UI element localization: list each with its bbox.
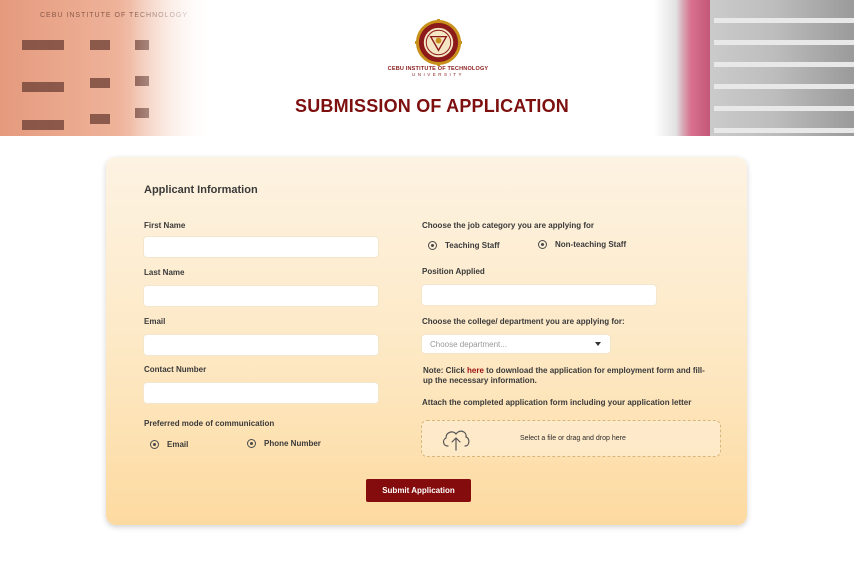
position-applied-input[interactable]	[422, 285, 656, 306]
radio-icon[interactable]	[428, 241, 437, 250]
contact-number-input[interactable]	[144, 383, 378, 404]
campus-building-photo-right	[654, 0, 854, 136]
section-title: Applicant Information	[144, 184, 258, 196]
submit-application-button[interactable]: Submit Application	[366, 479, 471, 502]
radio-email-label: Email	[167, 440, 189, 449]
radio-teaching-staff[interactable]: Teaching Staff	[428, 241, 500, 250]
department-label: Choose the college/ department you are a…	[422, 317, 625, 326]
building-sign: CEBU INSTITUTE OF TECHNOLOGY	[40, 12, 189, 19]
campus-building-photo-left: CEBU INSTITUTE OF TECHNOLOGY	[0, 0, 215, 136]
last-name-field[interactable]	[143, 285, 379, 307]
job-category-label: Choose the job category you are applying…	[422, 221, 595, 230]
university-seal-icon	[415, 19, 462, 66]
contact-number-field[interactable]	[143, 382, 379, 404]
radio-email[interactable]: Email	[150, 440, 188, 449]
logo-subtitle: UNIVERSITY	[411, 72, 464, 77]
email-input[interactable]	[144, 335, 378, 356]
department-select-value: Choose department...	[430, 339, 507, 349]
download-form-link[interactable]: here	[467, 366, 484, 375]
first-name-input[interactable]	[144, 237, 378, 258]
radio-phone-number[interactable]: Phone Number	[247, 439, 321, 448]
first-name-field[interactable]	[143, 236, 379, 258]
contact-number-label: Contact Number	[144, 365, 207, 374]
radio-icon[interactable]	[538, 240, 547, 249]
radio-teaching-staff-label: Teaching Staff	[445, 241, 500, 250]
radio-icon[interactable]	[247, 439, 256, 448]
last-name-label: Last Name	[144, 268, 185, 277]
email-label: Email	[144, 317, 166, 326]
attach-label: Attach the completed application form in…	[422, 398, 692, 407]
file-dropzone[interactable]: Select a file or drag and drop here	[421, 420, 721, 457]
radio-icon[interactable]	[150, 440, 159, 449]
last-name-input[interactable]	[144, 286, 378, 307]
email-field[interactable]	[143, 334, 379, 356]
page-title: SUBMISSION OF APPLICATION	[294, 96, 569, 116]
download-note: Note: Click here to download the applica…	[423, 366, 713, 386]
department-select[interactable]: Choose department...	[421, 334, 611, 354]
position-applied-field[interactable]	[421, 284, 657, 306]
chevron-down-icon[interactable]	[595, 342, 601, 346]
note-prefix: Note: Click	[423, 366, 468, 375]
dropzone-text: Select a file or drag and drop here	[520, 435, 626, 442]
radio-phone-number-label: Phone Number	[264, 439, 321, 448]
radio-non-teaching-staff[interactable]: Non-teaching Staff	[538, 240, 626, 249]
position-applied-label: Position Applied	[422, 267, 485, 276]
preferred-mode-label: Preferred mode of communication	[144, 419, 275, 428]
radio-non-teaching-staff-label: Non-teaching Staff	[555, 240, 627, 249]
first-name-label: First Name	[144, 221, 186, 230]
upload-cloud-icon	[442, 430, 470, 451]
page-header: CEBU INSTITUTE OF TECHNOLOGY CEBU INSTIT…	[0, 0, 854, 136]
